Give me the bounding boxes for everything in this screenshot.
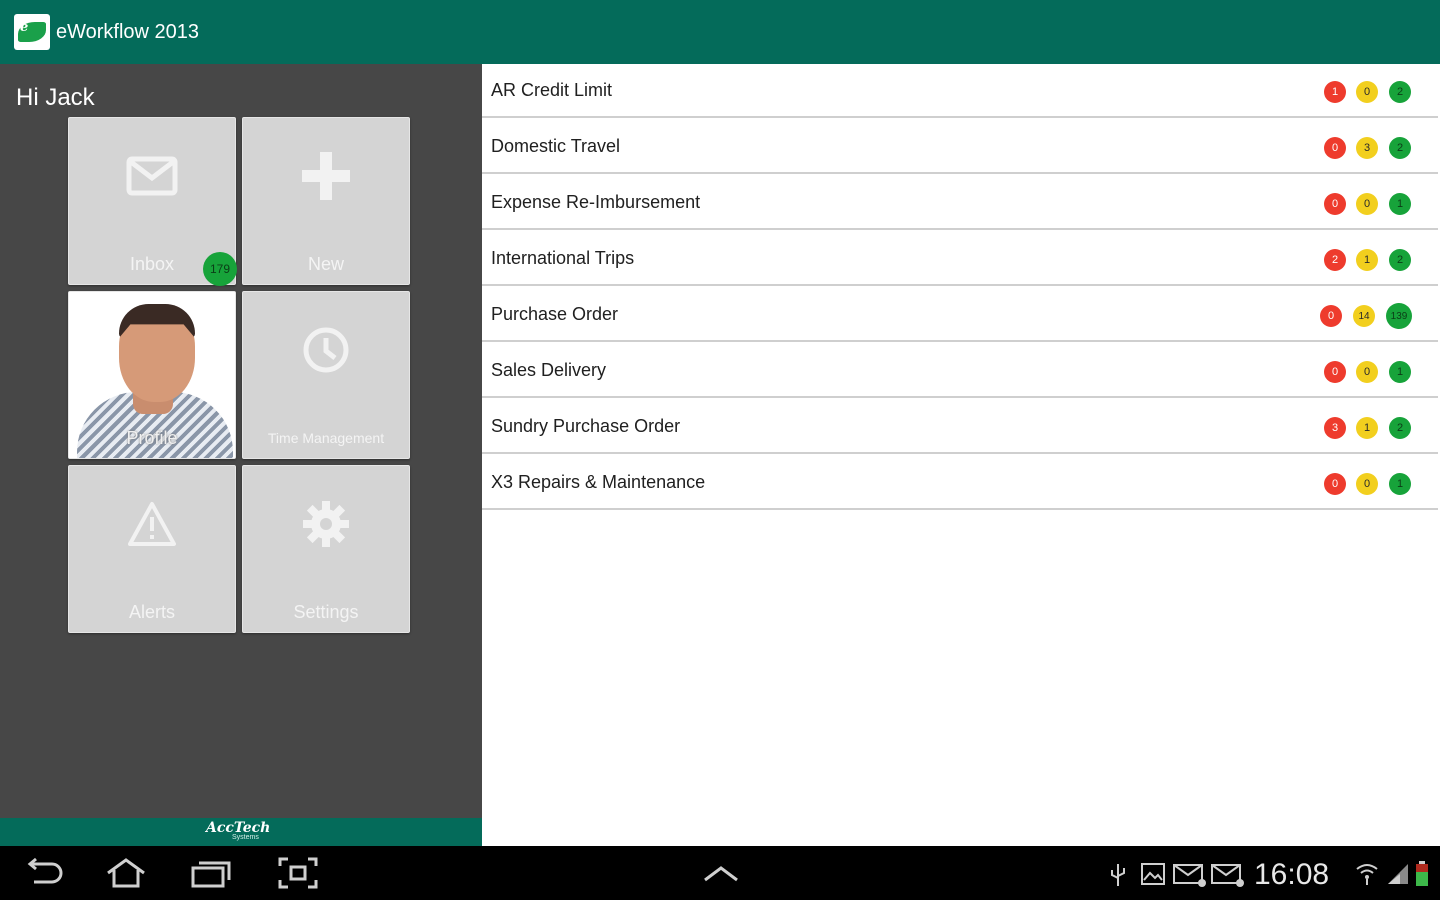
overdue-count-badge: 2	[1324, 249, 1346, 271]
envelope-icon	[126, 156, 178, 196]
usb-icon	[1111, 864, 1125, 886]
up-chevron-icon[interactable]	[699, 856, 743, 890]
due-count-badge: 0	[1356, 193, 1378, 215]
battery-icon	[1416, 861, 1428, 886]
workflow-row[interactable]: International Trips 2 1 2	[482, 232, 1438, 286]
greeting: Hi Jack	[16, 84, 95, 111]
tile-profile[interactable]: Profile	[68, 291, 236, 459]
workflow-name: Sundry Purchase Order	[491, 416, 681, 436]
wifi-icon	[1356, 864, 1378, 885]
acctech-logo-sub: Systems	[232, 834, 259, 841]
overdue-count-badge: 0	[1324, 137, 1346, 159]
ontime-count-badge: 2	[1389, 137, 1411, 159]
tile-new[interactable]: New	[242, 117, 410, 285]
tile-label-profile: Profile	[126, 428, 178, 448]
app-bar: ê eWorkflow 2013	[0, 0, 1440, 64]
ontime-count-badge: 2	[1389, 249, 1411, 271]
tile-label-alerts: Alerts	[128, 602, 175, 622]
due-count-badge: 1	[1356, 417, 1378, 439]
tile-alerts[interactable]: Alerts	[68, 465, 236, 633]
screenshot-icon[interactable]	[276, 856, 320, 890]
system-nav-bar: 16:08	[0, 846, 1440, 900]
due-count-badge: 14	[1353, 305, 1375, 327]
workflow-name: International Trips	[491, 248, 635, 268]
recent-apps-icon[interactable]	[189, 856, 233, 890]
workflow-name: Sales Delivery	[491, 360, 607, 380]
mail-icon	[1211, 864, 1244, 887]
tile-label-new: New	[307, 254, 344, 274]
home-icon[interactable]	[104, 856, 148, 890]
tile-label-time-management: Time Management	[267, 430, 385, 446]
clock-time: 16:08	[1254, 858, 1330, 891]
sidebar-footer: AccTech Systems	[0, 818, 482, 846]
tile-settings[interactable]: Settings	[242, 465, 410, 633]
overdue-count-badge: 0	[1324, 193, 1346, 215]
workflow-row[interactable]: Purchase Order 0 14 139	[482, 288, 1438, 342]
overdue-count-badge: 0	[1324, 361, 1346, 383]
due-count-badge: 0	[1356, 81, 1378, 103]
signal-icon	[1388, 864, 1408, 884]
app-logo-icon: ê	[14, 14, 50, 50]
workflow-row[interactable]: Sales Delivery 0 0 1	[482, 344, 1438, 398]
app-title: eWorkflow 2013	[56, 20, 200, 43]
overdue-count-badge: 1	[1324, 81, 1346, 103]
warning-icon	[128, 502, 176, 546]
workflow-row[interactable]: Expense Re-Imbursement 0 0 1	[482, 176, 1438, 230]
overdue-count-badge: 0	[1324, 473, 1346, 495]
sidebar: Hi Jack Inbox 179 New Profile Time Manag…	[0, 64, 482, 818]
inbox-count-badge: 179	[203, 252, 237, 286]
due-count-badge: 0	[1356, 473, 1378, 495]
workflow-row[interactable]: Domestic Travel 0 3 2	[482, 120, 1438, 174]
ontime-count-badge: 139	[1386, 303, 1412, 329]
clock-icon	[303, 327, 349, 373]
tile-label-settings: Settings	[293, 602, 359, 622]
due-count-badge: 3	[1356, 137, 1378, 159]
workflow-row[interactable]: AR Credit Limit 1 0 2	[482, 64, 1438, 118]
ontime-count-badge: 2	[1389, 81, 1411, 103]
workflow-name: X3 Repairs & Maintenance	[491, 472, 706, 492]
overdue-count-badge: 0	[1320, 305, 1342, 327]
gear-icon	[303, 501, 349, 547]
workflow-name: AR Credit Limit	[491, 80, 613, 100]
workflow-name: Purchase Order	[491, 304, 619, 324]
due-count-badge: 1	[1356, 249, 1378, 271]
tile-inbox[interactable]: Inbox 179	[68, 117, 237, 286]
mail-icon	[1173, 864, 1206, 887]
gallery-icon	[1141, 863, 1165, 885]
ontime-count-badge: 2	[1389, 417, 1411, 439]
workflow-name: Domestic Travel	[491, 136, 621, 156]
workflow-list: AR Credit Limit 1 0 2 Domestic Travel 0 …	[482, 64, 1440, 846]
tile-time-management[interactable]: Time Management	[242, 291, 410, 459]
ontime-count-badge: 1	[1389, 361, 1411, 383]
workflow-name: Expense Re-Imbursement	[491, 192, 701, 212]
ontime-count-badge: 1	[1389, 473, 1411, 495]
due-count-badge: 0	[1356, 361, 1378, 383]
workflow-row[interactable]: Sundry Purchase Order 3 1 2	[482, 400, 1438, 454]
ontime-count-badge: 1	[1389, 193, 1411, 215]
back-icon[interactable]	[22, 856, 66, 890]
workflow-row[interactable]: X3 Repairs & Maintenance 0 0 1	[482, 456, 1438, 510]
plus-icon	[302, 152, 350, 200]
overdue-count-badge: 3	[1324, 417, 1346, 439]
